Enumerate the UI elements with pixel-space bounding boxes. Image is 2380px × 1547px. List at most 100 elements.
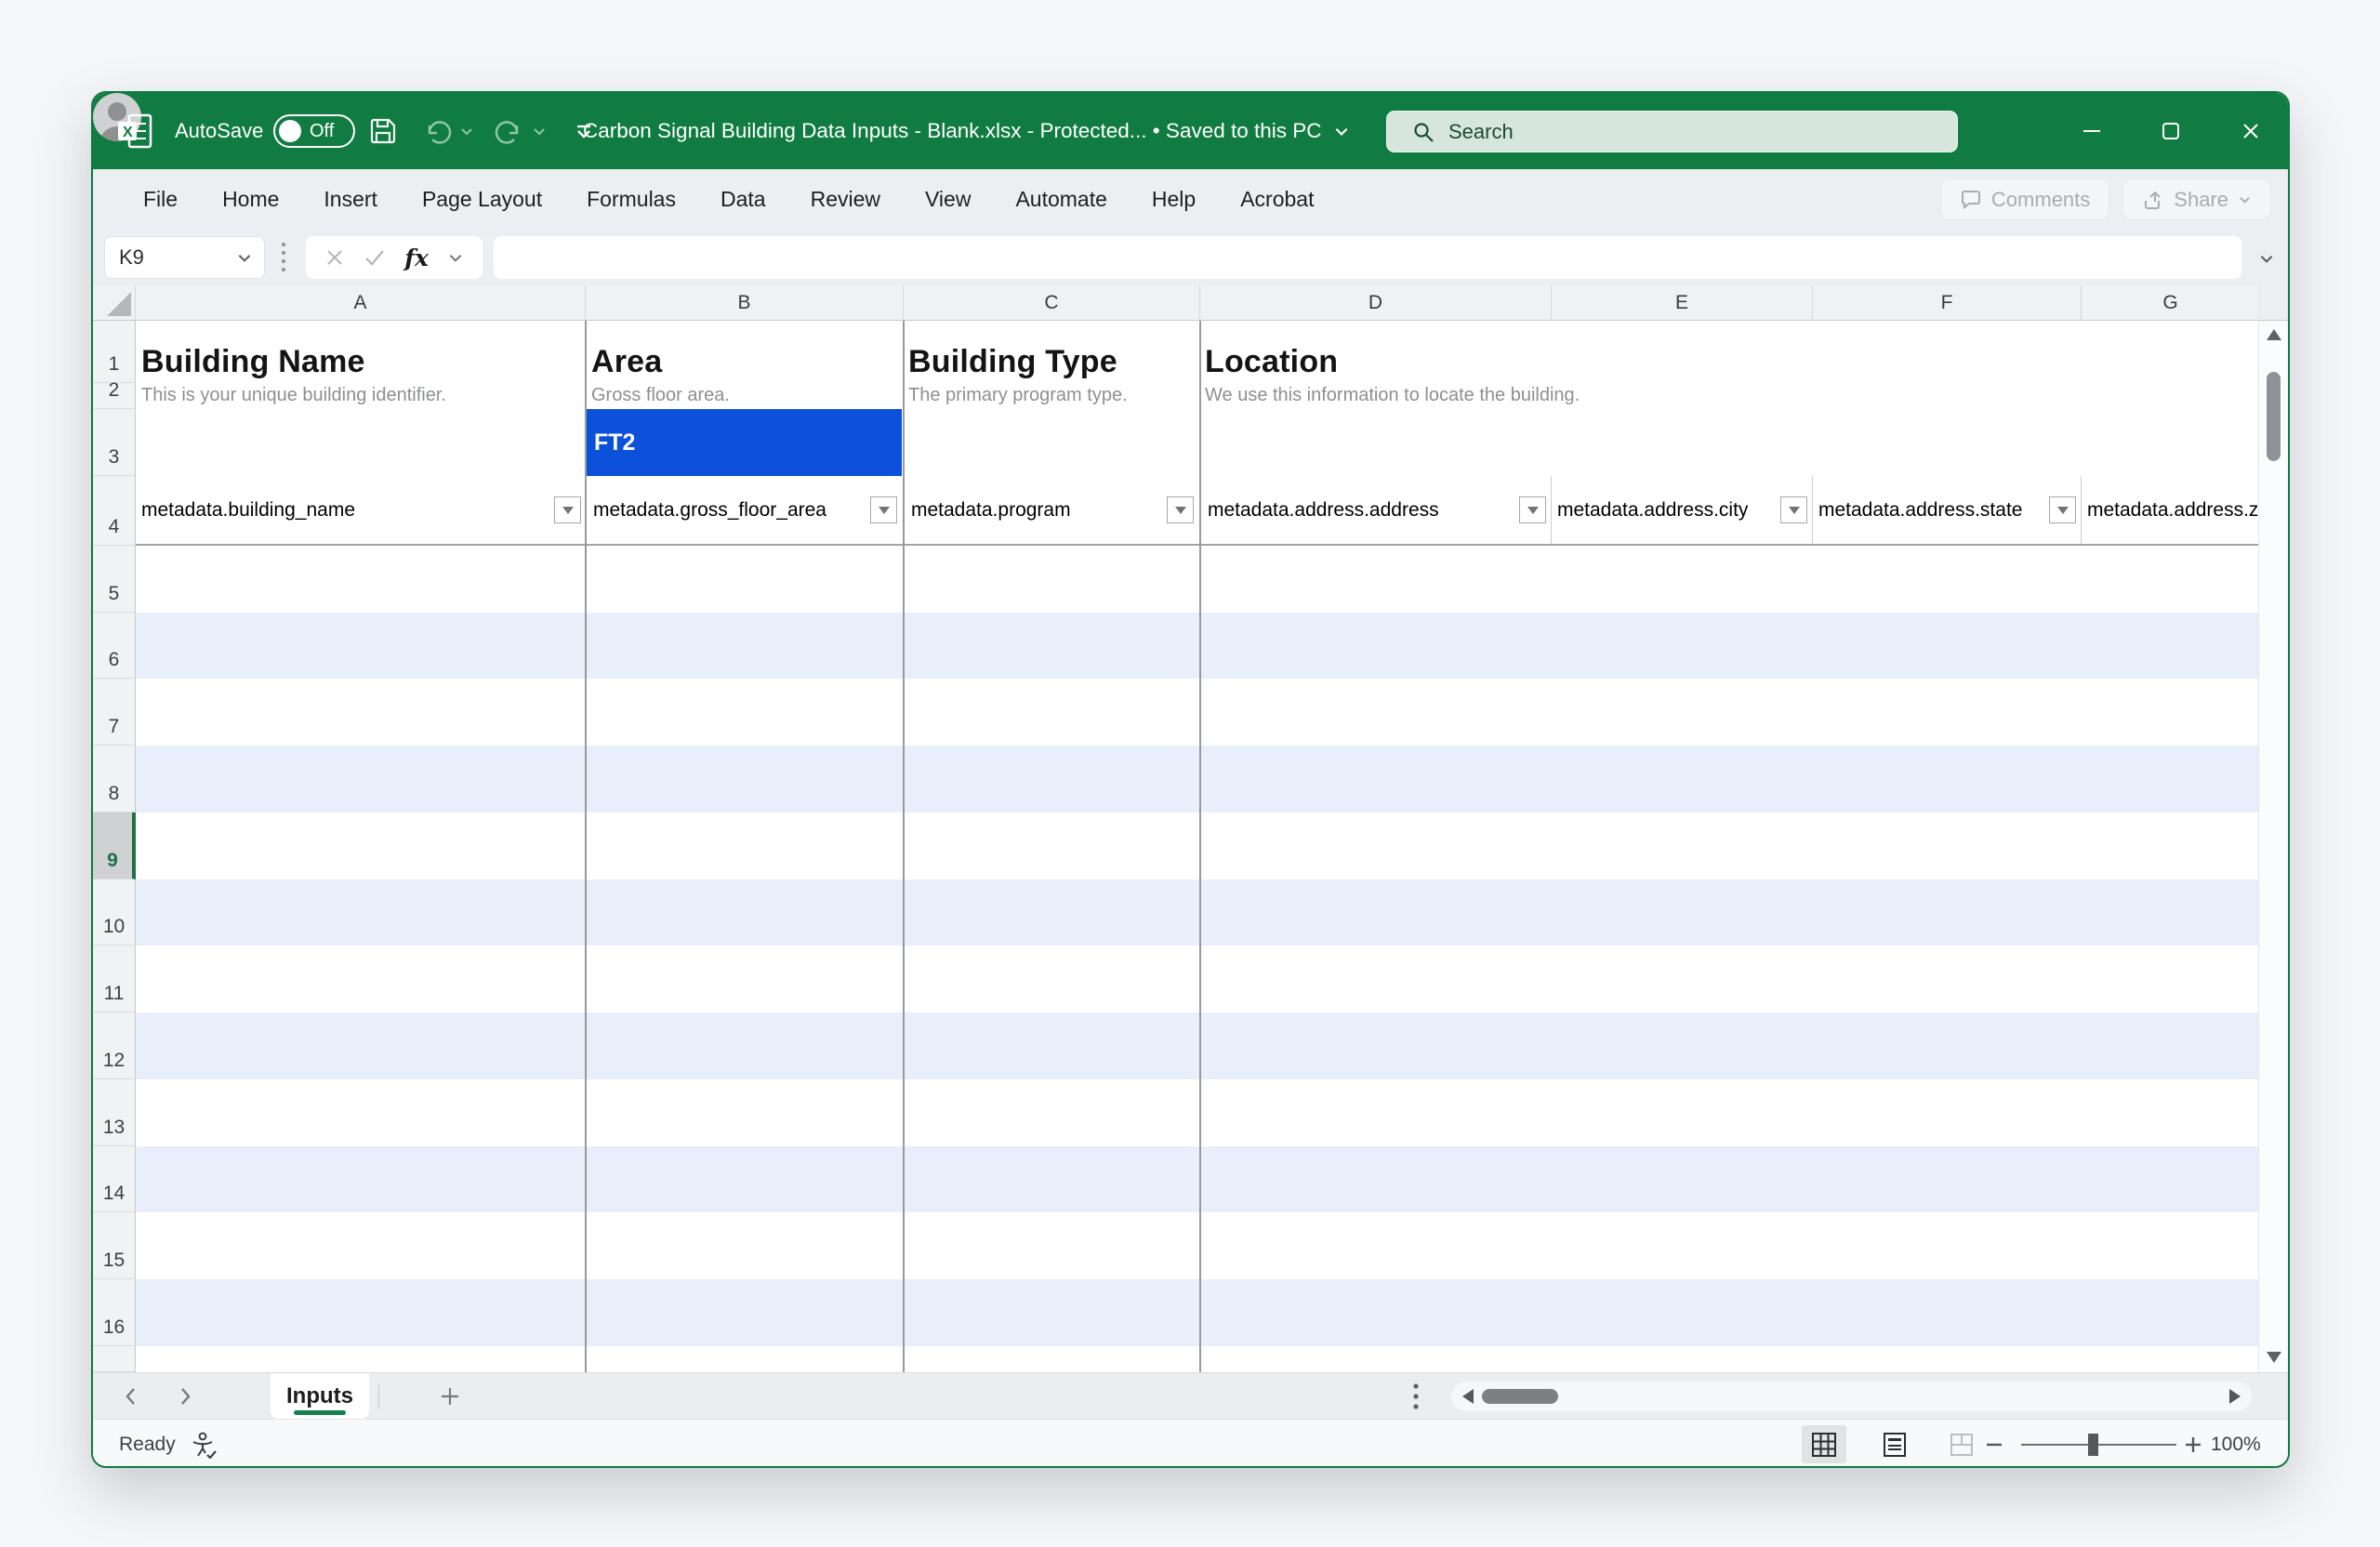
- row-header-10[interactable]: 10: [93, 879, 136, 945]
- row-header-8[interactable]: 8: [93, 746, 136, 813]
- menu-acrobat[interactable]: Acrobat: [1218, 187, 1336, 212]
- sheet-next-icon[interactable]: [177, 1373, 193, 1420]
- row-header-2[interactable]: 2: [93, 383, 136, 409]
- field-dropdown-button[interactable]: [1780, 496, 1807, 523]
- redo-dropdown-icon[interactable]: [532, 93, 547, 169]
- field-dropdown-button[interactable]: [870, 496, 897, 523]
- row-header-partial[interactable]: [93, 1346, 136, 1372]
- horizontal-scroll-thumb[interactable]: [1482, 1389, 1558, 1404]
- menu-review[interactable]: Review: [788, 187, 903, 212]
- formula-bar-expand-icon[interactable]: [2258, 250, 2275, 267]
- field-cell-state[interactable]: metadata.address.state: [1813, 476, 2081, 544]
- page-layout-view-button[interactable]: [1872, 1420, 1917, 1468]
- zoom-slider-handle[interactable]: [2088, 1434, 2098, 1456]
- share-button[interactable]: Share: [2122, 178, 2271, 220]
- row-header-13[interactable]: 13: [93, 1079, 136, 1146]
- vertical-scroll-thumb[interactable]: [2267, 372, 2281, 461]
- accessibility-checker-icon[interactable]: [190, 1420, 218, 1468]
- column-header-d[interactable]: D: [1200, 285, 1552, 320]
- menu-insert[interactable]: Insert: [301, 187, 400, 212]
- title-dropdown-icon[interactable]: [1333, 123, 1350, 139]
- menu-formulas[interactable]: Formulas: [564, 187, 698, 212]
- row-header-6[interactable]: 6: [93, 613, 136, 679]
- page-break-view-button[interactable]: [1939, 1420, 1984, 1468]
- field-dropdown-button[interactable]: [1519, 496, 1546, 523]
- formula-bar-dots-icon[interactable]: [282, 243, 285, 271]
- add-sheet-icon[interactable]: [439, 1373, 461, 1420]
- row-header-1[interactable]: 1: [93, 321, 136, 383]
- column-header-b[interactable]: B: [586, 285, 904, 320]
- field-cell-zip[interactable]: metadata.address.zip: [2082, 476, 2258, 544]
- zoom-out-icon[interactable]: [1984, 1420, 2004, 1468]
- zoom-level[interactable]: 100%: [2211, 1420, 2261, 1468]
- sheet-prev-icon[interactable]: [123, 1373, 139, 1420]
- comments-button[interactable]: Comments: [1940, 178, 2109, 220]
- row-header-11[interactable]: 11: [93, 945, 136, 1012]
- scroll-left-icon[interactable]: [1462, 1389, 1474, 1404]
- cell-b3-area-unit[interactable]: FT2: [586, 409, 902, 476]
- row-header-5[interactable]: 5: [93, 546, 136, 613]
- scroll-up-icon[interactable]: [2259, 329, 2288, 340]
- formula-input[interactable]: [494, 236, 2241, 279]
- field-value: metadata.address.address: [1208, 499, 1439, 522]
- menu-help[interactable]: Help: [1130, 187, 1218, 212]
- section-title-building-name[interactable]: Building Name: [141, 326, 365, 380]
- normal-view-button[interactable]: [1802, 1425, 1846, 1463]
- minimize-button[interactable]: [2065, 93, 2119, 169]
- row-header-3[interactable]: 3: [93, 409, 136, 476]
- section-title-location[interactable]: Location: [1205, 326, 1338, 380]
- section-title-building-type[interactable]: Building Type: [908, 326, 1117, 380]
- autosave-toggle[interactable]: Off: [273, 114, 355, 148]
- row-header-12[interactable]: 12: [93, 1012, 136, 1079]
- menu-page-layout[interactable]: Page Layout: [400, 187, 564, 212]
- insert-function-button[interactable]: fx: [404, 245, 429, 271]
- row-header-4[interactable]: 4: [93, 476, 136, 546]
- field-cell-building-name[interactable]: metadata.building_name: [136, 476, 586, 544]
- column-header-a[interactable]: A: [136, 285, 586, 320]
- menu-automate[interactable]: Automate: [993, 187, 1129, 212]
- column-header-f[interactable]: F: [1813, 285, 2082, 320]
- close-button[interactable]: [2224, 93, 2278, 169]
- scroll-down-icon[interactable]: [2259, 1352, 2288, 1363]
- select-all-button[interactable]: [93, 285, 136, 320]
- scroll-right-icon[interactable]: [2229, 1389, 2241, 1404]
- row-header-14[interactable]: 14: [93, 1146, 136, 1212]
- cancel-icon[interactable]: [324, 247, 345, 268]
- menu-data[interactable]: Data: [698, 187, 788, 212]
- horizontal-scrollbar[interactable]: [1451, 1382, 2252, 1411]
- column-header-e[interactable]: E: [1552, 285, 1813, 320]
- menu-view[interactable]: View: [903, 187, 993, 212]
- excel-app-icon[interactable]: X: [115, 93, 154, 169]
- undo-icon[interactable]: [422, 93, 452, 169]
- maximize-button[interactable]: [2144, 93, 2198, 169]
- redo-icon[interactable]: [495, 93, 524, 169]
- field-dropdown-button[interactable]: [1167, 496, 1194, 523]
- field-dropdown-button[interactable]: [2049, 496, 2076, 523]
- column-header-g[interactable]: G: [2082, 285, 2259, 320]
- column-header-c[interactable]: C: [904, 285, 1200, 320]
- name-box[interactable]: K9: [104, 236, 265, 279]
- field-cell-city[interactable]: metadata.address.city: [1552, 476, 1812, 544]
- undo-dropdown-icon[interactable]: [459, 93, 474, 169]
- enter-icon[interactable]: [364, 246, 386, 269]
- row-header-9-selected[interactable]: 9: [93, 813, 136, 879]
- search-input[interactable]: Search: [1386, 111, 1958, 152]
- save-icon[interactable]: [368, 93, 398, 169]
- field-cell-gross-floor-area[interactable]: metadata.gross_floor_area: [588, 476, 902, 544]
- zoom-in-icon[interactable]: [2183, 1420, 2203, 1468]
- sheet-tab-inputs[interactable]: Inputs: [271, 1373, 369, 1420]
- row-header-16[interactable]: 16: [93, 1279, 136, 1346]
- field-cell-program[interactable]: metadata.program: [906, 476, 1198, 544]
- dropdown-arrow-icon: [879, 507, 890, 514]
- sheet-options-kebab-icon[interactable]: [1413, 1373, 1419, 1420]
- menu-home[interactable]: Home: [200, 187, 301, 212]
- row-header-7[interactable]: 7: [93, 679, 136, 746]
- row-header-15[interactable]: 15: [93, 1212, 136, 1279]
- section-title-area[interactable]: Area: [591, 326, 662, 380]
- menu-file[interactable]: File: [121, 187, 200, 212]
- fx-dropdown-icon[interactable]: [447, 249, 464, 266]
- vertical-scrollbar[interactable]: [2258, 285, 2288, 1372]
- field-dropdown-button[interactable]: [554, 496, 581, 523]
- zoom-slider-track[interactable]: [2021, 1444, 2176, 1446]
- field-cell-address[interactable]: metadata.address.address: [1202, 476, 1551, 544]
